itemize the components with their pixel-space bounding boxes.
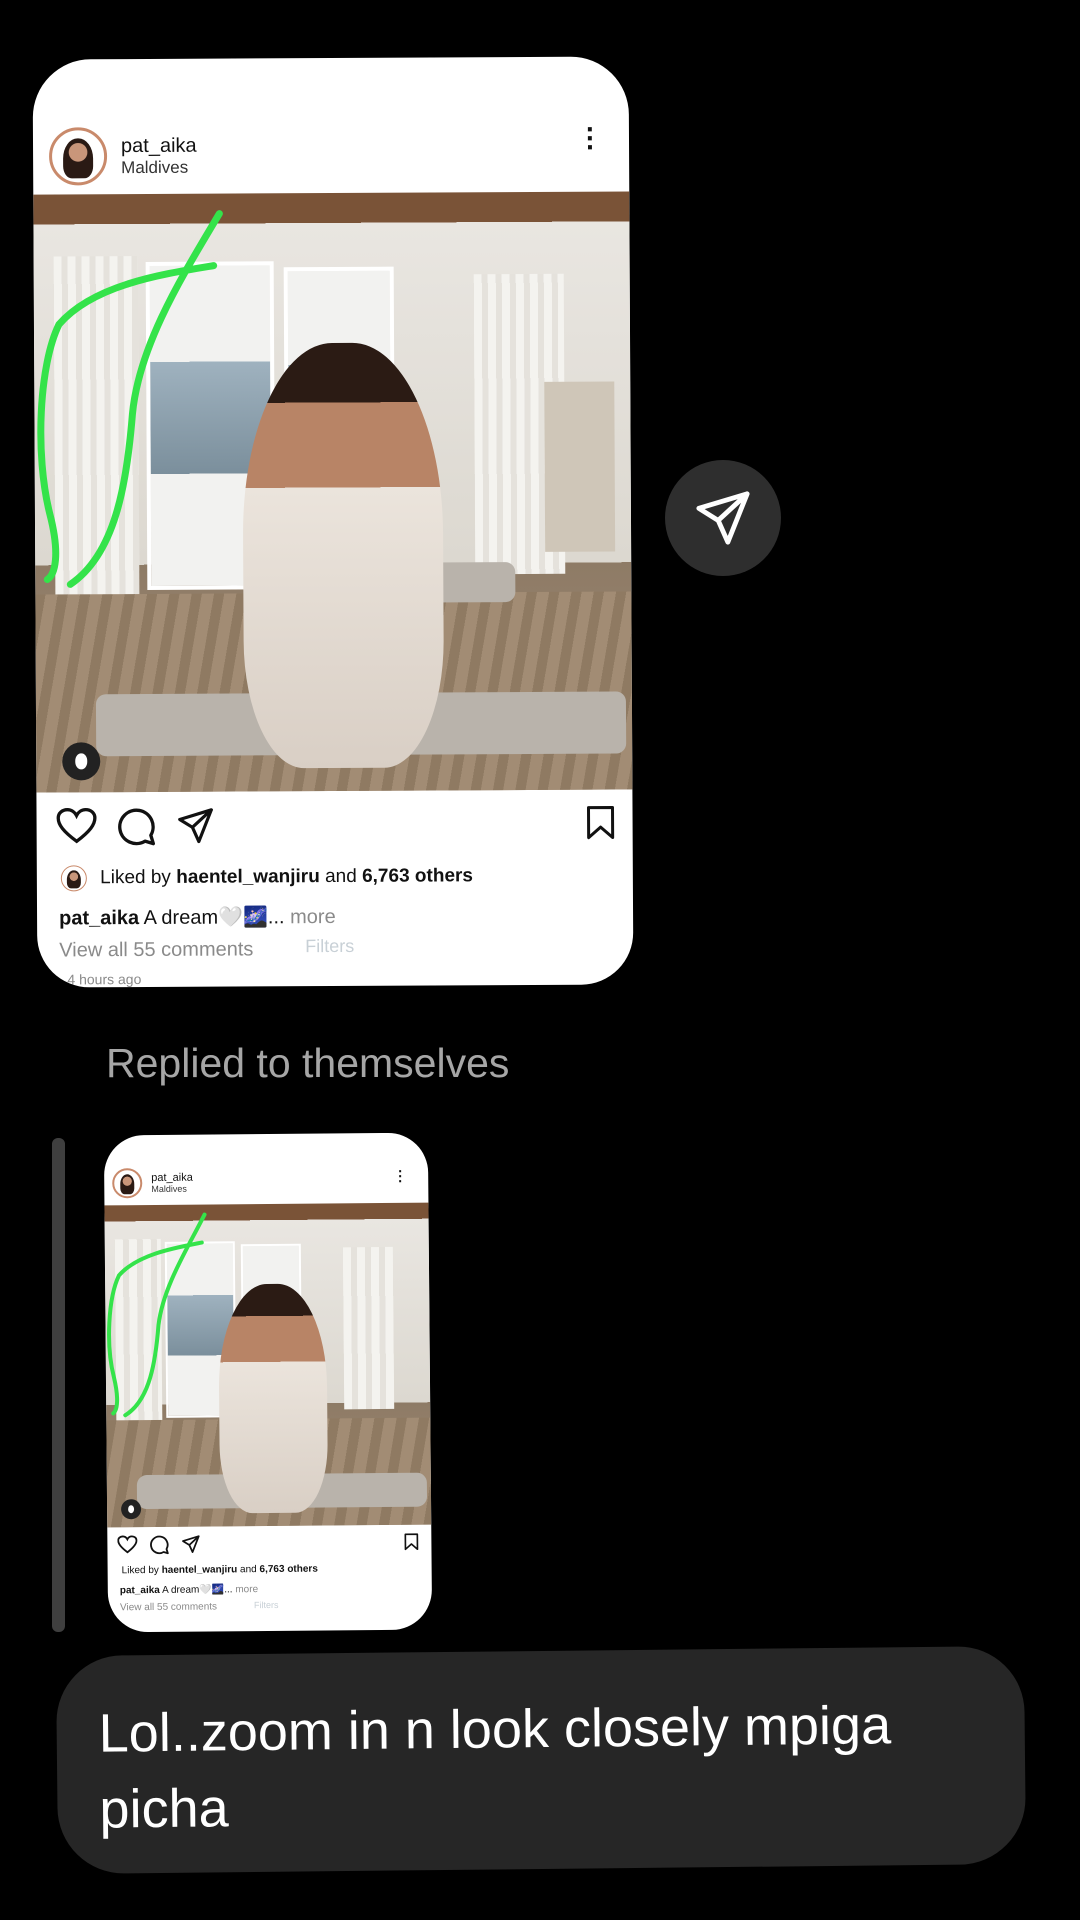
caption-more-link[interactable]: more	[235, 1584, 258, 1595]
likes-and: and	[237, 1564, 260, 1576]
bookmark-icon[interactable]	[403, 1533, 419, 1551]
reply-location[interactable]: Maldives	[151, 1184, 193, 1194]
caption-text: A dream🤍🌌...	[139, 906, 291, 930]
reply-photo[interactable]	[104, 1202, 432, 1528]
bookmark-icon[interactable]	[584, 805, 616, 841]
comment-icon[interactable]	[116, 807, 156, 847]
caption: pat_aika A dream🤍🌌... more	[59, 904, 336, 930]
reply-post-card[interactable]: pat_aika Maldives · · · Liked by haentel…	[103, 1132, 433, 1633]
forward-button[interactable]	[665, 460, 781, 576]
caption-more-link[interactable]: more	[290, 906, 336, 928]
more-icon[interactable]: · · ·	[586, 114, 596, 163]
liker-username[interactable]: haentel_wanjiru	[176, 866, 320, 888]
caption-username[interactable]: pat_aika	[120, 1585, 160, 1596]
likes-count[interactable]: 6,763 others	[362, 865, 473, 887]
share-icon[interactable]	[181, 1535, 200, 1554]
reply-username[interactable]: pat_aika	[151, 1172, 193, 1184]
reply-view-comments[interactable]: View all 55 comments	[120, 1601, 217, 1613]
avatar[interactable]	[112, 1168, 143, 1199]
camera-user-icon[interactable]	[121, 1499, 142, 1520]
share-icon[interactable]	[176, 807, 214, 845]
caption-username[interactable]: pat_aika	[59, 907, 139, 929]
post-header: pat_aika Maldives	[48, 123, 629, 186]
camera-user-icon[interactable]	[62, 742, 101, 781]
post-location[interactable]: Maldives	[121, 157, 197, 177]
reply-quote-bar	[52, 1138, 65, 1632]
reply-post-actions	[107, 1533, 431, 1555]
post-photo[interactable]	[33, 191, 633, 793]
view-comments-link[interactable]: View all 55 comments	[59, 938, 253, 962]
send-icon	[696, 491, 750, 545]
annotation-scribble	[37, 210, 223, 588]
post-username[interactable]: pat_aika	[121, 134, 197, 157]
reply-filters-label: Filters	[253, 1599, 279, 1611]
more-icon[interactable]: · · ·	[398, 1163, 403, 1189]
liker-avatar[interactable]	[60, 865, 87, 892]
comment-icon[interactable]	[149, 1535, 169, 1555]
heart-icon[interactable]	[56, 807, 97, 845]
liker-username[interactable]: haentel_wanjiru	[162, 1564, 238, 1576]
reply-post-header: pat_aika Maldives	[112, 1165, 428, 1200]
likes-and: and	[319, 865, 363, 888]
post-actions	[36, 804, 632, 846]
avatar[interactable]	[48, 127, 108, 186]
likes-count[interactable]: 6,763 others	[259, 1564, 317, 1576]
replied-label: Replied to themselves	[106, 1040, 510, 1086]
reply-caption: pat_aika A dream🤍🌌... more	[120, 1584, 258, 1596]
reply-likes-line: Liked by haentel_wanjiru and 6,763 other…	[122, 1564, 318, 1577]
annotation-scribble	[107, 1212, 207, 1418]
post-time: 4 hours ago	[67, 971, 142, 988]
filters-label: Filters	[305, 935, 355, 957]
likes-prefix: Liked by	[100, 866, 177, 889]
shared-post-card[interactable]: pat_aika Maldives · · · Liked by haentel…	[32, 56, 634, 988]
likes-line: Liked by haentel_wanjiru and 6,763 other…	[60, 863, 473, 892]
message-text: Lol..zoom in n look closely mpiga picha	[98, 1695, 892, 1840]
message-bubble[interactable]: Lol..zoom in n look closely mpiga picha	[55, 1645, 1027, 1875]
heart-icon[interactable]	[117, 1535, 138, 1554]
likes-prefix: Liked by	[121, 1564, 162, 1577]
caption-text: A dream🤍🌌...	[159, 1584, 236, 1596]
